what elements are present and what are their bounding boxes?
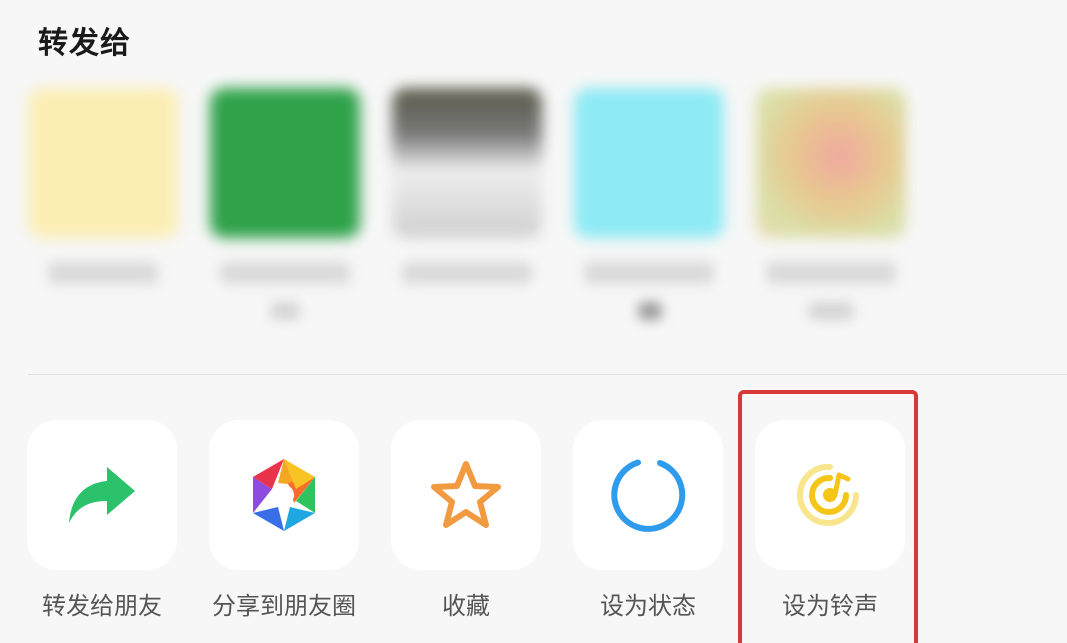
share-sheet: 转发给 转发给朋友 分享到朋友圈 收藏 设为状态 设为铃声 (0, 0, 1067, 643)
share-to-moments-button[interactable]: 分享到朋友圈 (194, 400, 374, 643)
action-tile[interactable] (209, 420, 359, 570)
contact-name-blurred (766, 262, 896, 284)
contact-item[interactable] (392, 80, 542, 330)
forward-to-friend-button[interactable]: 转发给朋友 (12, 400, 192, 643)
action-tile[interactable] (27, 420, 177, 570)
action-label: 设为状态 (600, 592, 696, 620)
action-tile[interactable] (755, 420, 905, 570)
section-divider (28, 374, 1067, 375)
contact-name-blurred (402, 262, 532, 284)
sheet-title: 转发给 (38, 26, 131, 61)
star-icon (431, 461, 501, 528)
action-tile[interactable] (573, 420, 723, 570)
forward-arrow-icon (69, 467, 135, 523)
contact-avatar (28, 88, 178, 238)
favorite-button[interactable]: 收藏 (376, 400, 556, 643)
contact-name-blurred (808, 302, 854, 320)
contact-name-blurred (584, 262, 714, 284)
set-as-ringtone-button[interactable]: 设为铃声 (740, 400, 920, 643)
contact-item[interactable] (28, 80, 178, 330)
action-tile[interactable] (391, 420, 541, 570)
contact-avatar (210, 88, 360, 238)
contact-item[interactable] (574, 80, 724, 330)
contact-item[interactable] (756, 80, 906, 330)
action-label: 收藏 (442, 592, 490, 620)
action-label: 设为铃声 (782, 592, 878, 620)
action-label: 分享到朋友圈 (212, 592, 356, 620)
recent-contacts (0, 80, 1067, 340)
contact-avatar (392, 88, 542, 238)
contact-name-blurred (270, 302, 300, 320)
status-ring-icon (611, 459, 686, 532)
moments-aperture-icon (253, 459, 315, 531)
contact-avatar (756, 88, 906, 238)
contact-name-blurred (638, 302, 662, 320)
ringtone-icon (797, 463, 859, 526)
contact-avatar (574, 88, 724, 238)
contact-name-blurred (220, 262, 350, 284)
contact-name-blurred (48, 262, 158, 284)
action-row: 转发给朋友 分享到朋友圈 收藏 设为状态 设为铃声 (0, 400, 1067, 643)
action-label: 转发给朋友 (42, 592, 162, 620)
contact-item[interactable] (210, 80, 360, 330)
set-as-status-button[interactable]: 设为状态 (558, 400, 738, 643)
